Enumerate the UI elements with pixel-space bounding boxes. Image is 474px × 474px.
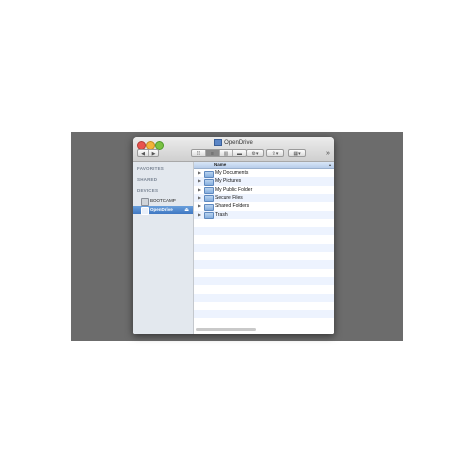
window-title-wrap: OpenDrive — [133, 139, 334, 146]
toolbar-overflow-button[interactable]: » — [326, 150, 330, 157]
forward-button[interactable]: ▶ — [149, 150, 158, 157]
back-button[interactable]: ◀ — [138, 150, 149, 157]
file-name: Trash — [215, 211, 228, 218]
view-mode-control: ⠿ ≡ ▥ ▬ — [191, 149, 247, 157]
column-header-label: Name — [214, 162, 227, 167]
sidebar-item-label: BOOTCAMP — [150, 198, 176, 203]
finder-window: OpenDrive ◀ ▶ ⠿ ≡ ▥ ▬ ⚙▾ ⇪▾ ▦▾ » FAVORITES S… — [133, 137, 334, 334]
file-list: Name ▴ ▶ My Documents ▶ My Pictures ▶ My… — [194, 162, 334, 334]
arrange-menu-button[interactable]: ▦▾ — [288, 149, 306, 157]
sidebar-heading-shared: SHARED — [137, 177, 158, 182]
drive-icon — [214, 139, 223, 146]
eject-icon[interactable]: ⏏ — [184, 206, 189, 214]
share-menu-button[interactable]: ⇪▾ — [266, 149, 284, 157]
sidebar-heading-devices: DEVICES — [137, 188, 159, 193]
sidebar-item-bootcamp[interactable]: BOOTCAMP — [133, 197, 193, 206]
disclosure-triangle-icon[interactable]: ▶ — [198, 194, 201, 202]
network-drive-icon — [141, 207, 149, 215]
trash-folder-icon — [204, 212, 214, 219]
coverflow-view-button[interactable]: ▬ — [233, 150, 246, 157]
disclosure-triangle-icon[interactable]: ▶ — [198, 169, 201, 177]
sidebar-item-label: OpenDrive — [150, 207, 173, 212]
table-row[interactable]: ▶ Trash — [194, 211, 334, 219]
disclosure-triangle-icon[interactable]: ▶ — [198, 186, 201, 194]
window-title: OpenDrive — [224, 140, 253, 147]
table-row[interactable]: ▶ My Documents — [194, 169, 334, 178]
file-name: My Documents — [215, 170, 249, 176]
sidebar: FAVORITES SHARED DEVICES BOOTCAMP OpenDr… — [133, 162, 194, 334]
disclosure-triangle-icon[interactable]: ▶ — [198, 202, 201, 210]
file-name: Shared Folders — [215, 203, 250, 210]
disclosure-triangle-icon[interactable]: ▶ — [198, 177, 201, 185]
file-name: My Public Folder — [215, 186, 253, 193]
table-row[interactable]: ▶ My Pictures — [194, 177, 334, 186]
table-row[interactable]: ▶ My Public Folder — [194, 186, 334, 195]
hard-drive-icon — [141, 198, 149, 206]
disclosure-triangle-icon[interactable]: ▶ — [198, 211, 201, 219]
file-name: My Pictures — [215, 178, 242, 185]
back-forward-control: ◀ ▶ — [137, 149, 159, 157]
table-row[interactable]: ▶ Secure Files — [194, 194, 334, 203]
column-view-button[interactable]: ▥ — [220, 150, 233, 157]
sidebar-item-opendrive[interactable]: OpenDrive ⏏ — [133, 206, 193, 215]
name-column-header[interactable]: Name ▴ — [194, 162, 334, 169]
table-row[interactable]: ▶ Shared Folders — [194, 202, 334, 211]
sidebar-heading-favorites: FAVORITES — [137, 166, 164, 171]
file-name: Secure Files — [215, 194, 243, 201]
icon-view-button[interactable]: ⠿ — [192, 150, 206, 157]
title-bar[interactable]: OpenDrive ◀ ▶ ⠿ ≡ ▥ ▬ ⚙▾ ⇪▾ ▦▾ » — [133, 137, 334, 162]
list-view-button[interactable]: ≡ — [206, 150, 220, 157]
sort-arrow-icon: ▴ — [328, 162, 331, 167]
action-menu-button[interactable]: ⚙▾ — [246, 149, 264, 157]
horizontal-scrollbar[interactable] — [196, 328, 256, 331]
